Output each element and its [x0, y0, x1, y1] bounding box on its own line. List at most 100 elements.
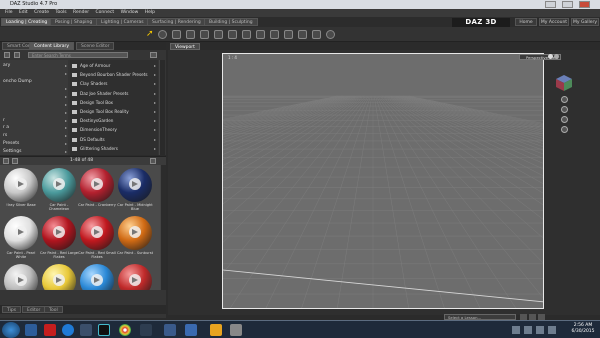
category-item[interactable]: Settings ▸	[3, 148, 67, 155]
start-icon[interactable]	[2, 322, 20, 338]
tab-loading-creating[interactable]: Loading | Creating	[1, 18, 53, 26]
category-item[interactable]: r a ▸	[3, 124, 67, 131]
expand-arrow-icon[interactable]: ▸	[65, 93, 67, 100]
explorer-icon[interactable]	[25, 324, 37, 336]
window-icon[interactable]	[140, 324, 152, 336]
expand-arrow-icon[interactable]: ▸	[154, 136, 156, 144]
subfolder-item[interactable]: Design Tool Box Reality ▸	[72, 108, 158, 116]
zoom-icon[interactable]	[561, 116, 568, 123]
expand-arrow-icon[interactable]: ▸	[65, 132, 67, 139]
subfolder-item[interactable]: Clay Shaders ▸	[72, 80, 158, 88]
category-item[interactable]: ary ▸	[3, 62, 67, 69]
material-thumbnail[interactable]	[4, 216, 38, 250]
transform-icon[interactable]	[256, 30, 265, 39]
expand-arrow-icon[interactable]: ▸	[65, 62, 67, 69]
expand-arrow-icon[interactable]: ▸	[65, 140, 67, 147]
ie-icon[interactable]	[62, 324, 74, 336]
expand-arrow-icon[interactable]: ▸	[154, 71, 156, 79]
category-item[interactable]: r ▸	[3, 117, 67, 124]
close-button[interactable]	[579, 1, 590, 8]
tray-icon[interactable]	[512, 326, 520, 334]
expand-arrow-icon[interactable]: ▸	[154, 117, 156, 125]
tool-icon[interactable]	[230, 324, 242, 336]
menu-edit[interactable]: Edit	[19, 9, 28, 17]
tab-tips[interactable]: Tips	[2, 306, 22, 313]
maximize-button[interactable]	[562, 1, 573, 8]
icon-view-icon[interactable]	[12, 158, 18, 164]
category-item[interactable]: ▸	[3, 101, 67, 108]
category-item[interactable]: oncho Dump	[3, 78, 67, 85]
subfolder-item[interactable]: Glittering Shaders ▸	[72, 145, 158, 153]
subfolder-item[interactable]: Age of Armour ▸	[72, 62, 158, 70]
manager-icon[interactable]	[210, 324, 222, 336]
translate-icon[interactable]	[228, 30, 237, 39]
network-icon[interactable]	[524, 326, 532, 334]
tab-posing-shaping[interactable]: Posing | Shaping	[50, 18, 98, 26]
orbit-icon[interactable]	[561, 96, 568, 103]
expand-arrow-icon[interactable]: ▸	[65, 117, 67, 124]
forward-icon[interactable]	[14, 52, 20, 58]
subfolder-item[interactable]: DestinysGarden ▸	[72, 117, 158, 125]
acrobat-icon[interactable]	[44, 324, 56, 336]
region-navigator-icon[interactable]	[312, 30, 321, 39]
tab-content-library[interactable]: Content Library	[29, 42, 75, 50]
viewport-canvas[interactable]	[222, 53, 544, 309]
render-icon[interactable]	[326, 30, 335, 39]
material-thumbnail[interactable]	[118, 216, 152, 250]
thumbnail-scrollbar[interactable]	[160, 165, 166, 290]
volume-icon[interactable]	[536, 326, 544, 334]
flag-icon[interactable]	[548, 326, 556, 334]
category-item[interactable]: Presets ▸	[3, 140, 67, 147]
options-icon[interactable]	[150, 158, 156, 164]
back-icon[interactable]	[4, 52, 10, 58]
expand-arrow-icon[interactable]: ▸	[154, 126, 156, 134]
category-item[interactable]: ▸	[3, 70, 67, 77]
node-weight-icon[interactable]	[172, 30, 181, 39]
pointer-icon[interactable]: ➚	[146, 30, 155, 39]
category-item[interactable]: rs ▸	[3, 132, 67, 139]
folder-icon[interactable]	[80, 324, 92, 336]
category-item[interactable]: ▸	[3, 93, 67, 100]
tab-surfacing-rendering[interactable]: Surfacing | Rendering	[147, 18, 206, 26]
expand-arrow-icon[interactable]: ▸	[65, 124, 67, 131]
search-input[interactable]: Enter Search Terms	[28, 52, 128, 58]
tree-scrollbar[interactable]	[159, 60, 165, 155]
menu-help[interactable]: Help	[145, 9, 155, 17]
expand-arrow-icon[interactable]: ▸	[65, 109, 67, 116]
subfolder-item[interactable]: Daz Joe Shader Presets ▸	[72, 90, 158, 98]
expand-arrow-icon[interactable]: ▸	[65, 148, 67, 155]
expand-arrow-icon[interactable]: ▸	[65, 101, 67, 108]
subfolder-item[interactable]: DS Defaults ▸	[72, 136, 158, 144]
universal-tool-icon[interactable]	[158, 30, 167, 39]
my-account-button[interactable]: My Account	[539, 18, 569, 26]
expand-arrow-icon[interactable]: ▸	[154, 108, 156, 116]
viewport-options-icon[interactable]	[548, 54, 560, 60]
category-item[interactable]: ▸	[3, 85, 67, 92]
material-thumbnail[interactable]	[42, 216, 76, 250]
scale-icon[interactable]	[242, 30, 251, 39]
menu-connect[interactable]: Connect	[96, 9, 115, 17]
joint-editor-icon[interactable]	[186, 30, 195, 39]
material-thumbnail[interactable]	[118, 168, 152, 202]
expand-arrow-icon[interactable]: ▸	[154, 90, 156, 98]
daz-studio-icon[interactable]	[98, 324, 110, 336]
tab-lighting-cameras[interactable]: Lighting | Cameras	[96, 18, 149, 26]
menu-create[interactable]: Create	[34, 9, 49, 17]
category-item[interactable]: ▸	[3, 109, 67, 116]
surface-selection-icon[interactable]	[284, 30, 293, 39]
subfolder-item[interactable]: Design Tool Box ▸	[72, 99, 158, 107]
tab-tool[interactable]: Tool	[44, 306, 63, 313]
expand-arrow-icon[interactable]: ▸	[154, 145, 156, 153]
expand-arrow-icon[interactable]: ▸	[65, 85, 67, 92]
active-pose-icon[interactable]	[200, 30, 209, 39]
material-thumbnail[interactable]	[80, 168, 114, 202]
expand-arrow-icon[interactable]: ▸	[154, 80, 156, 88]
material-thumbnail[interactable]	[4, 168, 38, 202]
minimize-button[interactable]	[545, 1, 556, 8]
menu-tools[interactable]: Tools	[56, 9, 67, 17]
pan-icon[interactable]	[561, 106, 568, 113]
geometry-editor-icon[interactable]	[298, 30, 307, 39]
menu-render[interactable]: Render	[73, 9, 89, 17]
email-icon[interactable]	[185, 324, 197, 336]
subfolder-item[interactable]: DimensionTheory ▸	[72, 126, 158, 134]
